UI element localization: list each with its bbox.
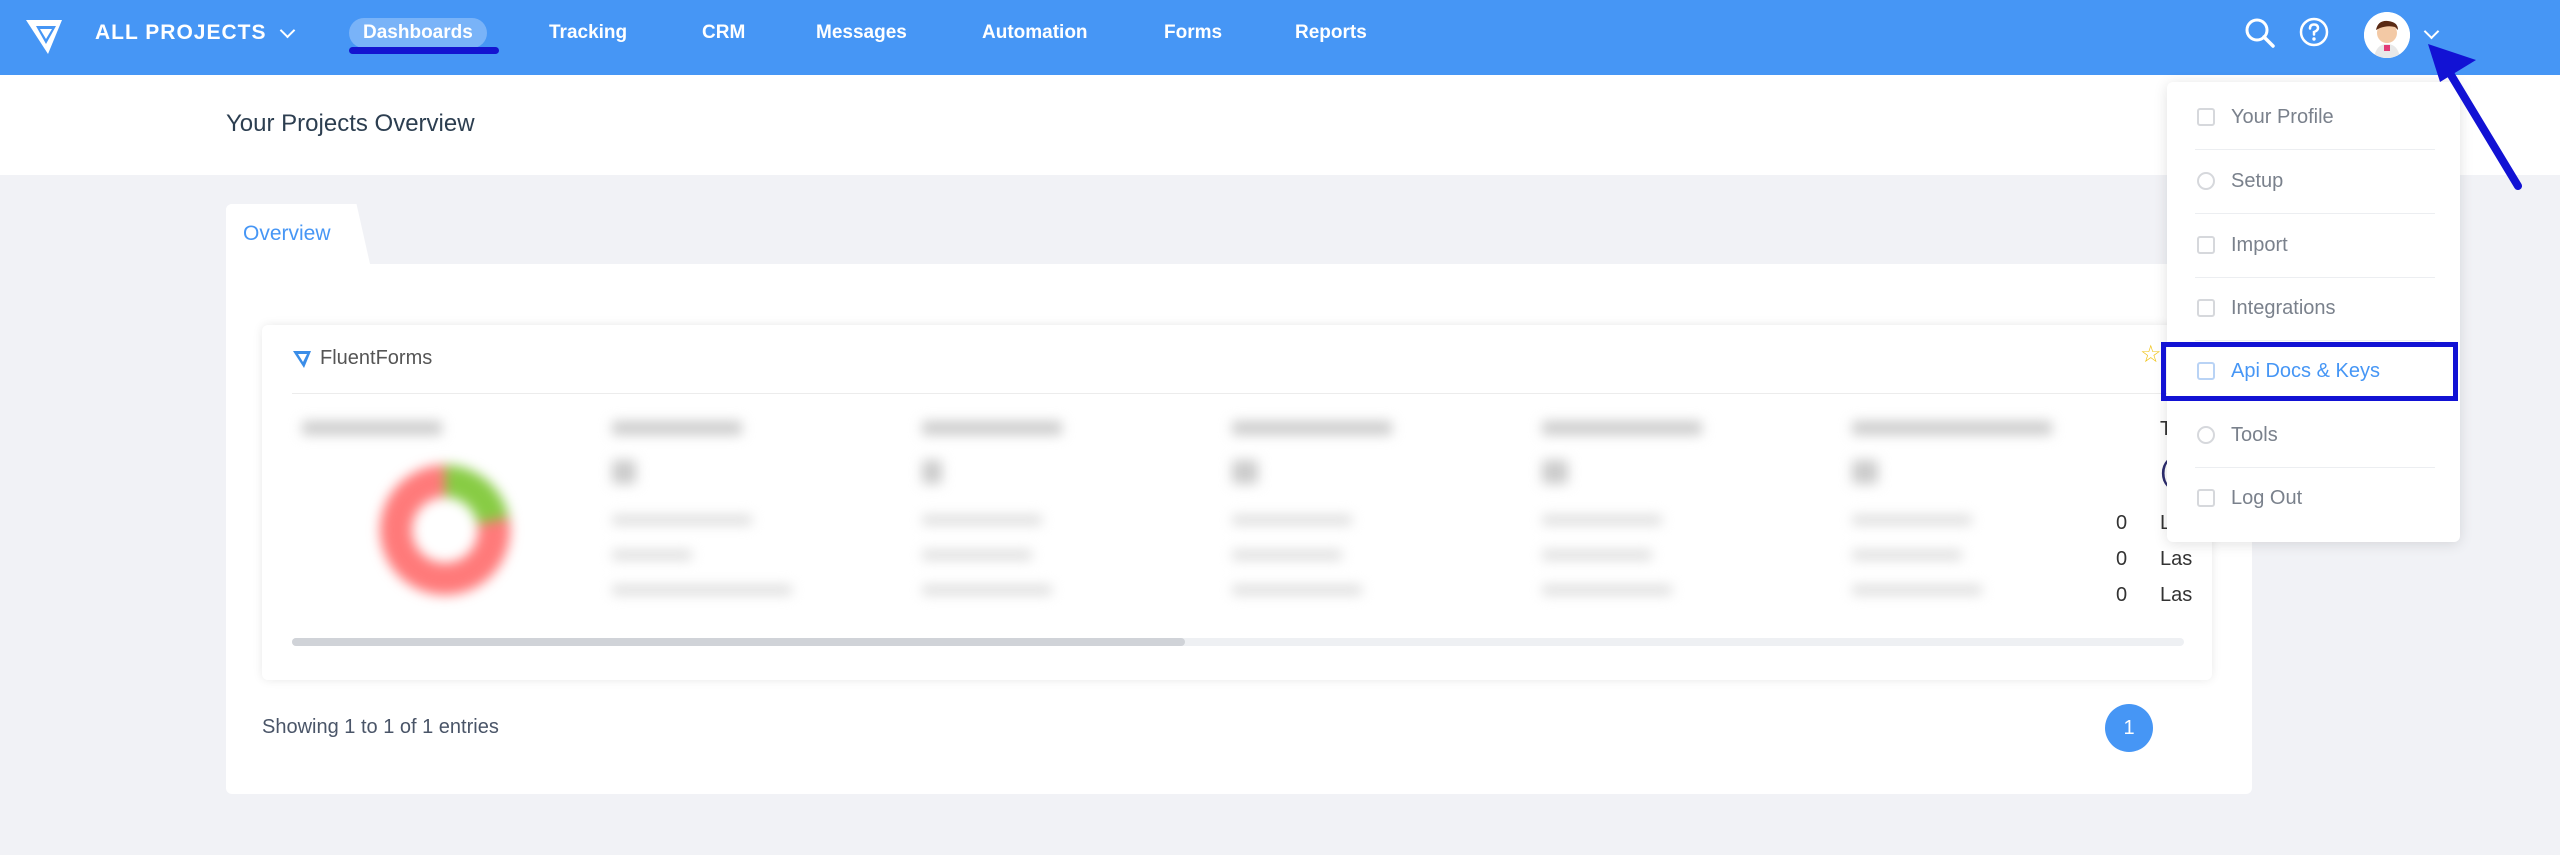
menu-item-label: Import bbox=[2231, 233, 2288, 256]
gear-icon bbox=[2197, 172, 2215, 190]
page-title: Your Projects Overview bbox=[226, 110, 475, 137]
profile-icon bbox=[2197, 108, 2215, 126]
user-avatar-icon bbox=[2364, 12, 2410, 58]
annotation-underline bbox=[349, 47, 499, 54]
menu-item-your-profile[interactable]: Your Profile bbox=[2167, 86, 2460, 148]
annotation-highlight-box bbox=[2161, 342, 2458, 401]
menu-item-import[interactable]: Import bbox=[2167, 214, 2460, 276]
blurred-stats bbox=[292, 405, 2142, 625]
project-selector[interactable]: ALL PROJECTS bbox=[95, 21, 296, 45]
avatar[interactable] bbox=[2364, 12, 2410, 58]
star-icon[interactable]: ☆ bbox=[2140, 340, 2162, 369]
logout-icon bbox=[2197, 489, 2215, 507]
app-logo-icon[interactable] bbox=[22, 14, 66, 58]
truncated-label: Las bbox=[2160, 584, 2193, 606]
stat-value: 0 bbox=[2116, 584, 2128, 606]
nav-forms[interactable]: Forms bbox=[1164, 22, 1222, 44]
pagination-summary: Showing 1 to 1 of 1 entries bbox=[262, 716, 499, 738]
nav-tracking[interactable]: Tracking bbox=[549, 22, 627, 44]
menu-item-integrations[interactable]: Integrations bbox=[2167, 277, 2460, 339]
help-icon[interactable] bbox=[2298, 16, 2330, 48]
integrations-icon bbox=[2197, 299, 2215, 317]
nav-reports[interactable]: Reports bbox=[1295, 22, 1367, 44]
tab-overview-label: Overview bbox=[243, 222, 331, 245]
stat-value: 0 bbox=[2116, 512, 2128, 534]
import-icon bbox=[2197, 236, 2215, 254]
truncated-label: Las bbox=[2160, 548, 2193, 570]
chevron-down-icon bbox=[280, 22, 296, 38]
menu-item-tools[interactable]: Tools bbox=[2167, 404, 2460, 466]
widget-title: FluentForms bbox=[292, 347, 432, 370]
nav-automation[interactable]: Automation bbox=[982, 22, 1088, 44]
tools-icon bbox=[2197, 426, 2215, 444]
menu-item-label: Your Profile bbox=[2231, 105, 2334, 128]
menu-item-label: Log Out bbox=[2231, 486, 2303, 509]
menu-item-log-out[interactable]: Log Out bbox=[2167, 467, 2460, 529]
scrollbar-thumb[interactable] bbox=[292, 638, 1185, 646]
menu-item-setup[interactable]: Setup bbox=[2167, 150, 2460, 212]
nav-dashboards[interactable]: Dashboards bbox=[349, 18, 487, 48]
widget-divider bbox=[292, 393, 2182, 394]
nav-crm[interactable]: CRM bbox=[702, 22, 745, 44]
donut-chart bbox=[380, 465, 510, 595]
menu-item-label: Setup bbox=[2231, 169, 2284, 192]
menu-item-label: Tools bbox=[2231, 423, 2278, 446]
stat-value: 0 bbox=[2116, 548, 2128, 570]
widget-title-label: FluentForms bbox=[320, 347, 433, 369]
annotation-arrow-icon bbox=[2428, 44, 2522, 190]
project-selector-label: ALL PROJECTS bbox=[95, 21, 267, 44]
search-icon[interactable] bbox=[2243, 16, 2277, 50]
tab-strip bbox=[356, 204, 2252, 264]
fluentforms-logo-icon bbox=[293, 350, 311, 368]
nav-messages[interactable]: Messages bbox=[816, 22, 907, 44]
menu-item-label: Integrations bbox=[2231, 296, 2336, 319]
page-button-1[interactable]: 1 bbox=[2105, 704, 2153, 752]
